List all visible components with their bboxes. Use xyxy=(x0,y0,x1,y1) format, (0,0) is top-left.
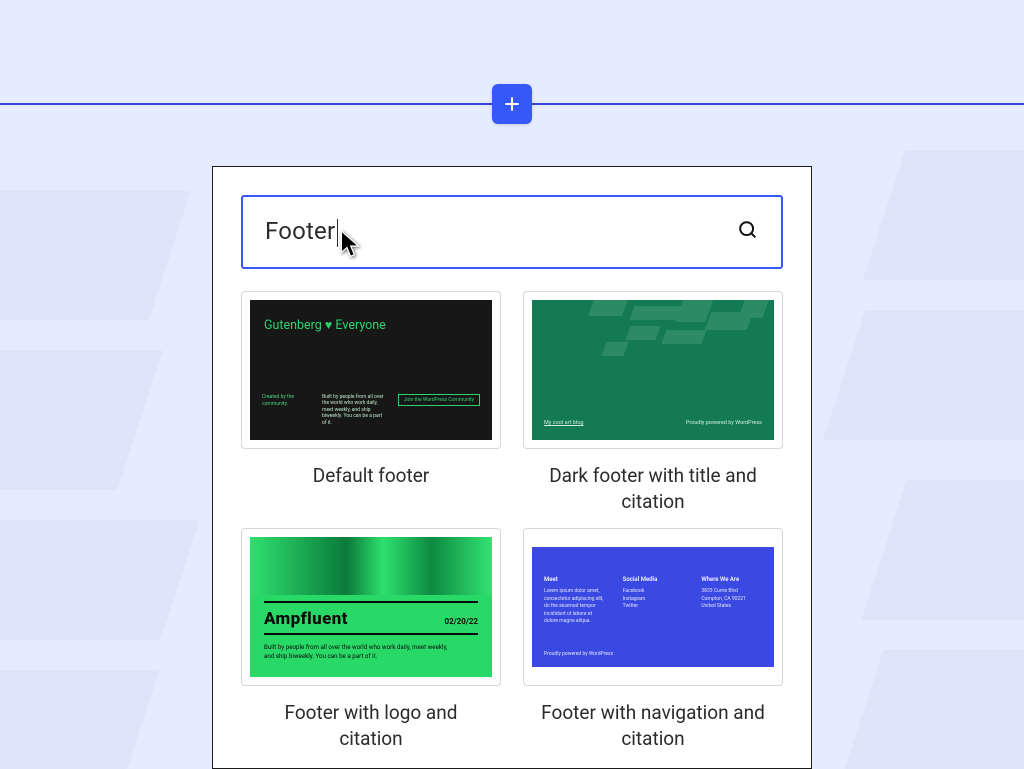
pattern-card-logo-footer[interactable]: Ampfluent 02/20/22 Built by people from … xyxy=(241,528,501,751)
pattern-thumbnail: Ampfluent 02/20/22 Built by people from … xyxy=(241,528,501,686)
pattern-label: Footer with logo and citation xyxy=(256,700,486,751)
pattern-grid: Gutenberg ♥ Everyone Created by the comm… xyxy=(241,291,783,752)
pattern-thumbnail: My cool art blog Proudly powered by Word… xyxy=(523,291,783,449)
pattern-label: Default footer xyxy=(313,463,430,489)
block-inserter-panel: Footer Gutenberg ♥ Everyone Created by t… xyxy=(212,166,812,769)
plus-icon xyxy=(502,94,522,114)
search-input[interactable]: Footer xyxy=(241,195,783,269)
pattern-thumbnail: Gutenberg ♥ Everyone Created by the comm… xyxy=(241,291,501,449)
pattern-card-dark-footer[interactable]: My cool art blog Proudly powered by Word… xyxy=(523,291,783,514)
pattern-label: Footer with navigation and citation xyxy=(538,700,768,751)
pattern-card-nav-footer[interactable]: Meet Lorem ipsum dolor amet, consectetur… xyxy=(523,528,783,751)
search-input-value: Footer xyxy=(265,217,737,247)
search-icon xyxy=(737,219,759,245)
add-block-button[interactable] xyxy=(492,84,532,124)
pattern-label: Dark footer with title and citation xyxy=(538,463,768,514)
pattern-card-default-footer[interactable]: Gutenberg ♥ Everyone Created by the comm… xyxy=(241,291,501,514)
pattern-thumbnail: Meet Lorem ipsum dolor amet, consectetur… xyxy=(523,528,783,686)
